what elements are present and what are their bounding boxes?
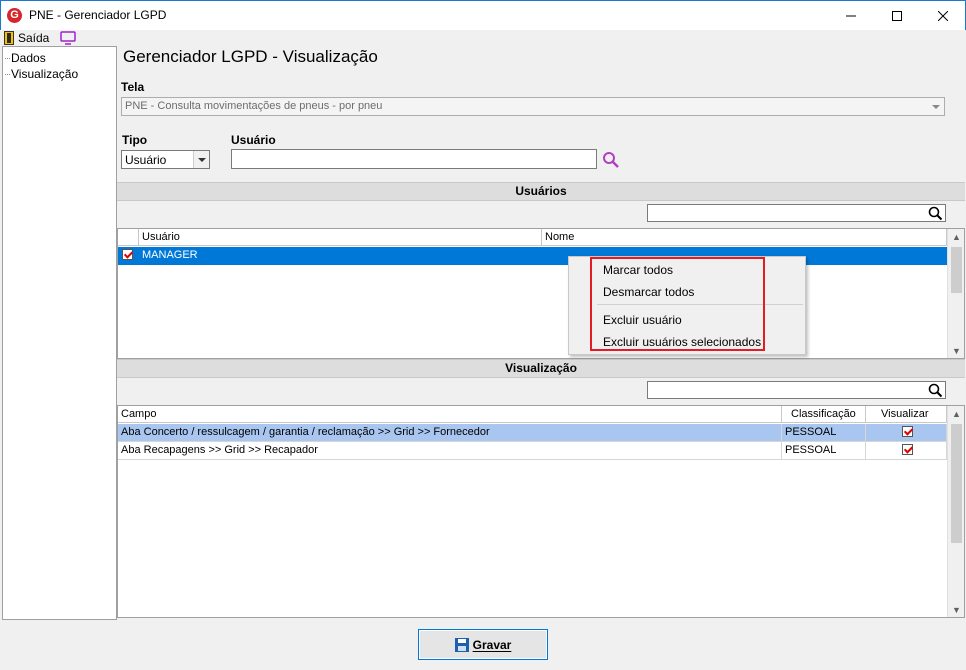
chevron-down-icon[interactable] — [193, 151, 209, 168]
exit-button[interactable]: Saída — [4, 30, 49, 46]
tipo-label: Tipo — [122, 133, 148, 147]
users-grid-select-column — [118, 229, 139, 246]
search-user-button[interactable] — [602, 151, 620, 172]
close-icon — [938, 11, 948, 21]
table-row[interactable]: Aba Concerto / ressulcagem / garantia / … — [118, 424, 947, 442]
maximize-icon — [892, 11, 902, 21]
page-title: Gerenciador LGPD - Visualização — [123, 47, 378, 66]
scroll-thumb[interactable] — [951, 247, 962, 293]
window-title: PNE - Gerenciador LGPD — [29, 8, 167, 22]
maximize-button[interactable] — [874, 2, 920, 30]
table-row[interactable]: Aba Recapagens >> Grid >> Recapador PESS… — [118, 442, 947, 460]
cell-visualizar[interactable] — [866, 442, 947, 460]
usuario-input[interactable] — [231, 149, 597, 169]
app-logo-icon: G — [7, 8, 22, 23]
save-button[interactable]: Gravar — [418, 629, 548, 660]
navigation-tree: Dados Visualização — [2, 46, 117, 620]
search-icon[interactable] — [928, 383, 943, 398]
save-button-label: Gravar — [472, 637, 512, 652]
search-icon[interactable] — [928, 206, 943, 221]
exit-door-icon — [4, 31, 14, 45]
users-section-header: Usuários — [117, 182, 965, 201]
checkbox-checked-icon — [902, 444, 913, 455]
close-button[interactable] — [920, 2, 966, 30]
view-grid-header-campo[interactable]: Campo — [118, 406, 782, 423]
cell-classificacao: PESSOAL — [782, 424, 866, 442]
view-grid: Campo Classificação Visualizar Aba Conce… — [117, 405, 965, 618]
tela-label: Tela — [121, 80, 145, 94]
cell-campo: Aba Concerto / ressulcagem / garantia / … — [118, 424, 782, 442]
minimize-button[interactable] — [828, 2, 874, 30]
view-filter-input[interactable] — [647, 381, 946, 399]
users-grid-scrollbar[interactable]: ▲ ▼ — [947, 229, 964, 358]
chevron-down-icon[interactable] — [928, 98, 944, 115]
checkbox-checked-icon — [902, 426, 913, 437]
floppy-disk-icon — [454, 637, 469, 652]
tree-item-visualizacao[interactable]: Visualização — [4, 67, 78, 81]
view-grid-scrollbar[interactable]: ▲ ▼ — [947, 406, 964, 617]
cell-usuario: MANAGER — [139, 247, 542, 265]
view-grid-header-visualizar[interactable]: Visualizar — [866, 406, 947, 423]
usuario-label: Usuário — [231, 133, 276, 147]
title-bar[interactable]: G PNE - Gerenciador LGPD — [0, 0, 966, 30]
cell-visualizar[interactable] — [866, 424, 947, 442]
scroll-up-icon[interactable]: ▲ — [952, 409, 961, 419]
tela-select[interactable]: PNE - Consulta movimentações de pneus - … — [121, 97, 945, 116]
view-section-header: Visualização — [117, 359, 965, 378]
checkbox-checked-icon — [122, 249, 133, 260]
users-grid: Usuário Nome MANAGER ▲ ▼ — [117, 228, 965, 359]
row-checkbox[interactable] — [118, 247, 139, 265]
monitor-icon — [60, 31, 76, 45]
tree-item-dados[interactable]: Dados — [5, 51, 46, 65]
cell-classificacao: PESSOAL — [782, 442, 866, 460]
highlight-box — [590, 257, 765, 351]
minimize-icon — [846, 15, 856, 17]
users-grid-header-usuario[interactable]: Usuário — [139, 229, 542, 246]
search-icon — [603, 152, 619, 168]
users-grid-header-nome[interactable]: Nome — [542, 229, 947, 246]
tipo-select[interactable]: Usuário — [121, 150, 210, 169]
scroll-down-icon[interactable]: ▼ — [952, 605, 961, 615]
toolbar: Saída — [0, 30, 966, 46]
view-grid-header-classificacao[interactable]: Classificação — [782, 406, 866, 423]
scroll-thumb[interactable] — [951, 424, 962, 543]
cell-campo: Aba Recapagens >> Grid >> Recapador — [118, 442, 782, 460]
scroll-down-icon[interactable]: ▼ — [952, 346, 961, 356]
table-row[interactable]: MANAGER — [118, 247, 947, 265]
scroll-up-icon[interactable]: ▲ — [952, 232, 961, 242]
users-filter-input[interactable] — [647, 204, 946, 222]
tela-select-value: PNE - Consulta movimentações de pneus - … — [125, 100, 383, 112]
exit-label: Saída — [18, 31, 50, 45]
tipo-select-value: Usuário — [125, 153, 167, 167]
